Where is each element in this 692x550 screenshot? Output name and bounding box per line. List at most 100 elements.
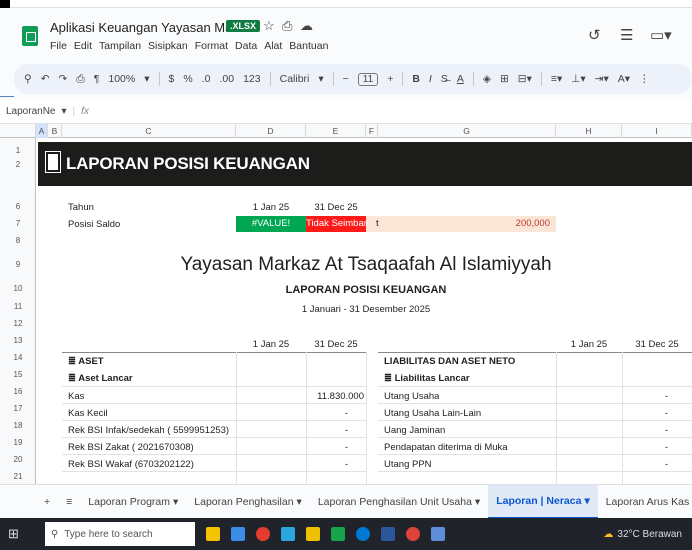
select-all-corner[interactable] — [0, 124, 36, 138]
decrease-decimal-button[interactable]: .0 — [202, 73, 211, 85]
menu-insert[interactable]: Sisipkan — [148, 40, 188, 52]
row-header[interactable]: 16 — [0, 387, 36, 396]
taskbar-search[interactable]: ⚲ Type here to search — [44, 522, 195, 546]
table-row-value[interactable]: - — [306, 442, 348, 453]
text-color-icon[interactable]: A — [457, 73, 464, 85]
star-icon[interactable]: ☆ — [263, 18, 275, 34]
table-row-value[interactable]: - — [622, 408, 668, 419]
borders-icon[interactable]: ⊞ — [500, 73, 509, 85]
weather-widget[interactable]: ☁ 32°C Berawan — [603, 529, 682, 540]
text-rotation-icon[interactable]: A▾ — [618, 73, 630, 85]
vertical-align-icon[interactable]: ⊥▾ — [571, 73, 585, 85]
cloud-status-icon[interactable]: ☁ — [300, 18, 313, 34]
table-row-label[interactable]: Utang PPN — [384, 459, 432, 470]
move-folder-icon[interactable]: ⎙ — [282, 18, 292, 34]
row-header[interactable]: 14 — [0, 353, 36, 362]
row-header[interactable]: 21 — [0, 472, 36, 481]
redo-icon[interactable]: ↷ — [59, 73, 68, 85]
row-header[interactable]: 18 — [0, 421, 36, 430]
table-row-label[interactable]: Rek BSI Zakat ( 2021670308) — [68, 442, 194, 453]
column-header[interactable]: G — [378, 124, 556, 138]
italic-button[interactable]: I — [429, 73, 432, 85]
table-row-value[interactable]: - — [306, 459, 348, 470]
menu-format[interactable]: Format — [195, 40, 228, 52]
store-icon[interactable] — [330, 527, 345, 541]
table-row-value[interactable]: - — [622, 442, 668, 453]
row-header[interactable]: 12 — [0, 319, 36, 328]
merge-cells-icon[interactable]: ⊟▾ — [518, 73, 532, 85]
menu-view[interactable]: Tampilan — [99, 40, 141, 52]
strikethrough-icon[interactable]: S̶ — [441, 73, 448, 85]
photos-icon[interactable] — [430, 527, 445, 541]
row-header[interactable]: 15 — [0, 370, 36, 379]
column-header[interactable]: I — [622, 124, 692, 138]
column-header[interactable]: C — [62, 124, 236, 138]
chrome-icon[interactable] — [405, 527, 420, 541]
row-header[interactable]: 13 — [0, 336, 36, 345]
font-select[interactable]: Calibri — [280, 73, 310, 85]
tab-laporan-neraca[interactable]: Laporan | Neraca ▾ — [488, 485, 598, 518]
table-row-label[interactable]: Utang Usaha — [384, 391, 439, 402]
font-size-increase-button[interactable]: + — [387, 73, 393, 85]
menu-data[interactable]: Data — [235, 40, 257, 52]
edge-icon[interactable] — [280, 527, 295, 541]
table-row-value[interactable]: - — [622, 425, 668, 436]
row-header[interactable]: 20 — [0, 455, 36, 464]
menu-tools[interactable]: Alat — [264, 40, 282, 52]
column-header[interactable]: B — [48, 124, 62, 138]
table-row-label[interactable]: Kas — [68, 391, 84, 402]
comments-icon[interactable]: ☰ — [620, 26, 633, 44]
menu-file[interactable]: File — [50, 40, 67, 52]
row-header[interactable]: 1 — [0, 146, 36, 155]
app-icon[interactable] — [230, 527, 245, 541]
table-row-value[interactable]: 11.830.000 — [306, 391, 364, 402]
table-row-label[interactable]: Pendapatan diterima di Muka — [384, 442, 508, 453]
sheets-logo-icon[interactable] — [22, 26, 38, 46]
name-box-chevron-icon[interactable]: ▾ — [61, 106, 66, 117]
menu-edit[interactable]: Edit — [74, 40, 92, 52]
menu-help[interactable]: Bantuan — [289, 40, 328, 52]
table-row-label[interactable]: Utang Usaha Lain-Lain — [384, 408, 481, 419]
row-header[interactable]: 19 — [0, 438, 36, 447]
horizontal-align-icon[interactable]: ≡▾ — [551, 73, 562, 85]
all-sheets-icon[interactable]: ≡ — [58, 496, 80, 508]
meet-icon[interactable]: ▭▾ — [650, 26, 672, 44]
undo-icon[interactable]: ↶ — [41, 73, 50, 85]
search-menus-icon[interactable]: ⚲ — [24, 73, 32, 85]
tab-laporan-penghasilan[interactable]: Laporan Penghasilan ▾ — [186, 496, 310, 508]
print-icon[interactable]: ⎙ — [76, 73, 84, 86]
table-row-label[interactable]: Uang Jaminan — [384, 425, 445, 436]
row-header[interactable]: 2 — [0, 160, 36, 169]
percent-format-button[interactable]: % — [183, 73, 192, 85]
sheet-grid[interactable]: A B C D E F G H I 1 2 6 7 8 9 10 11 12 1… — [0, 124, 692, 484]
column-header[interactable]: D — [236, 124, 306, 138]
paint-format-icon[interactable]: ¶ — [94, 73, 100, 85]
font-chevron-icon[interactable]: ▾ — [318, 73, 323, 85]
opera-icon[interactable] — [255, 527, 270, 541]
name-box[interactable]: LaporanNe — [6, 106, 55, 117]
table-row-value[interactable]: - — [622, 459, 668, 470]
fill-color-icon[interactable]: ◈ — [483, 73, 491, 85]
table-row-label[interactable]: Rek BSI Infak/sedekah ( 5599951253) — [68, 425, 229, 436]
column-header[interactable]: H — [556, 124, 622, 138]
file-explorer-icon[interactable] — [305, 527, 320, 541]
font-size-decrease-button[interactable]: − — [343, 73, 349, 85]
tab-laporan-program[interactable]: Laporan Program ▾ — [80, 496, 186, 508]
table-row-value[interactable]: - — [306, 425, 348, 436]
increase-decimal-button[interactable]: .00 — [219, 73, 234, 85]
history-icon[interactable]: ↺ — [588, 26, 601, 44]
table-row-value[interactable]: - — [622, 391, 668, 402]
table-row-value[interactable]: - — [306, 408, 348, 419]
row-header[interactable]: 6 — [0, 202, 36, 211]
tab-laporan-penghasilan-unit-usaha[interactable]: Laporan Penghasilan Unit Usaha ▾ — [310, 496, 488, 508]
tab-laporan-arus-kas-bulanan[interactable]: Laporan Arus Kas Bulanan — [598, 496, 692, 508]
word-icon[interactable] — [380, 527, 395, 541]
windows-start-icon[interactable]: ⊞ — [8, 526, 19, 542]
column-header[interactable]: F — [366, 124, 378, 138]
row-header[interactable]: 17 — [0, 404, 36, 413]
add-sheet-icon[interactable]: + — [0, 496, 58, 508]
text-wrap-icon[interactable]: ⇥▾ — [595, 73, 609, 85]
column-header[interactable]: E — [306, 124, 366, 138]
row-header[interactable]: 8 — [0, 236, 36, 245]
number-format-button[interactable]: 123 — [243, 73, 261, 85]
